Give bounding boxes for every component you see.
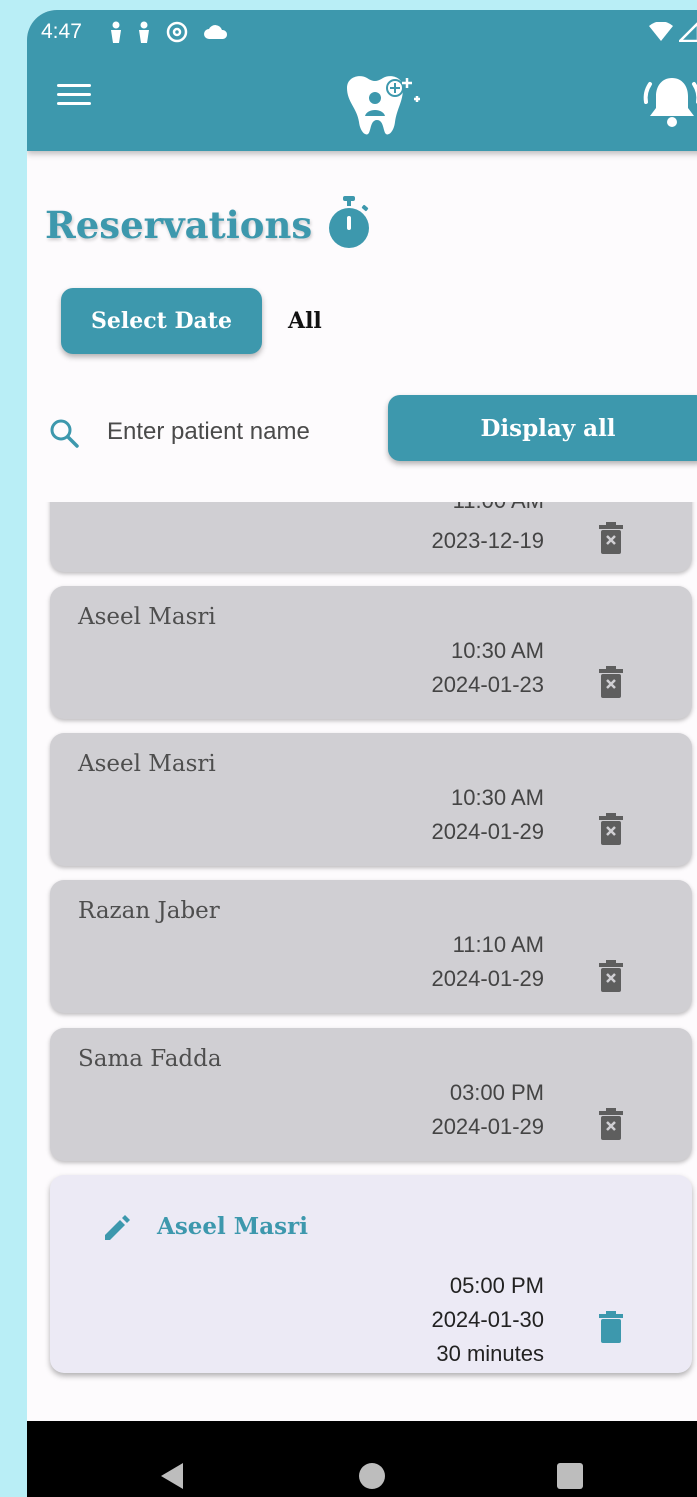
wifi-icon — [649, 22, 673, 41]
select-date-button[interactable]: Select Date — [61, 288, 262, 354]
reservation-card[interactable]: Aseel Masri 10:30 AM 2024-01-23 — [50, 586, 692, 719]
delete-icon[interactable] — [598, 666, 624, 698]
date-filter-value: All — [288, 308, 322, 334]
reservation-date: 2024-01-29 — [431, 819, 544, 844]
display-all-button[interactable]: Display all — [388, 395, 697, 461]
reservation-time: 11:00 AM — [453, 502, 544, 514]
reservation-time: 03:00 PM — [449, 1080, 544, 1105]
delete-icon[interactable] — [598, 813, 624, 845]
stopwatch-icon — [329, 196, 369, 248]
search-icon — [50, 419, 79, 448]
app-bar: 4:47 — [27, 10, 697, 151]
reservation-time: 10:30 AM — [451, 785, 544, 810]
reservation-card[interactable]: 11:00 AM 2023-12-19 — [50, 502, 692, 572]
reservation-date: 2024-01-30 — [431, 1307, 544, 1332]
back-icon[interactable] — [159, 1461, 185, 1491]
tooth-logo-icon — [347, 76, 420, 135]
delete-icon[interactable] — [598, 960, 624, 992]
reservations-list[interactable]: 11:00 AM 2023-12-19 Aseel Masri 10:30 AM… — [27, 502, 697, 1382]
system-nav-bar — [27, 1421, 697, 1497]
delete-icon[interactable] — [598, 1108, 624, 1140]
at-sign-icon — [166, 21, 188, 43]
edit-pencil-icon[interactable] — [102, 1213, 132, 1243]
cloud-icon — [204, 25, 228, 39]
reservation-date: 2024-01-29 — [431, 1114, 544, 1139]
patient-name: Aseel Masri — [78, 751, 216, 777]
delete-icon[interactable] — [598, 1311, 624, 1343]
reservation-duration: 30 minutes — [436, 1341, 544, 1366]
hamburger-menu-icon — [57, 84, 91, 87]
patient-name: Razan Jaber — [78, 898, 220, 924]
patient-name: Aseel Masri — [78, 604, 216, 630]
status-icons-right — [649, 22, 697, 44]
reservation-card[interactable]: Sama Fadda 03:00 PM 2024-01-29 — [50, 1028, 692, 1161]
reservation-time: 11:10 AM — [452, 932, 544, 957]
reservation-time: 10:30 AM — [451, 638, 544, 663]
status-time: 4:47 — [41, 20, 82, 43]
status-icons-left — [109, 20, 229, 44]
person-notification-icon — [111, 21, 121, 43]
menu-button[interactable] — [57, 84, 91, 110]
recent-apps-icon[interactable] — [557, 1463, 583, 1489]
reservation-date: 2024-01-29 — [431, 966, 544, 991]
person-notification-icon — [139, 21, 149, 43]
home-icon[interactable] — [359, 1463, 385, 1489]
reservation-card[interactable]: Razan Jaber 11:10 AM 2024-01-29 — [50, 880, 692, 1013]
reservation-card[interactable]: Aseel Masri 10:30 AM 2024-01-29 — [50, 733, 692, 866]
hamburger-line — [57, 93, 91, 96]
phone-screen: 4:47 Reservations Select Date All Enter … — [27, 10, 697, 1497]
reservation-card-selected[interactable]: Aseel Masri 05:00 PM 2024-01-30 30 minut… — [50, 1175, 692, 1373]
page-title: Reservations — [45, 203, 313, 247]
reservation-date: 2024-01-23 — [431, 672, 544, 697]
reservation-time: 05:00 PM — [449, 1273, 544, 1298]
delete-icon[interactable] — [598, 522, 624, 554]
reservation-date: 2023-12-19 — [431, 528, 544, 553]
signal-icon — [679, 22, 697, 42]
bell-ringing-icon[interactable] — [642, 70, 697, 130]
patient-search-input[interactable] — [107, 410, 377, 454]
hamburger-line — [57, 102, 91, 105]
status-bar: 4:47 — [27, 10, 697, 54]
patient-name: Sama Fadda — [78, 1046, 222, 1072]
patient-name: Aseel Masri — [157, 1213, 308, 1240]
